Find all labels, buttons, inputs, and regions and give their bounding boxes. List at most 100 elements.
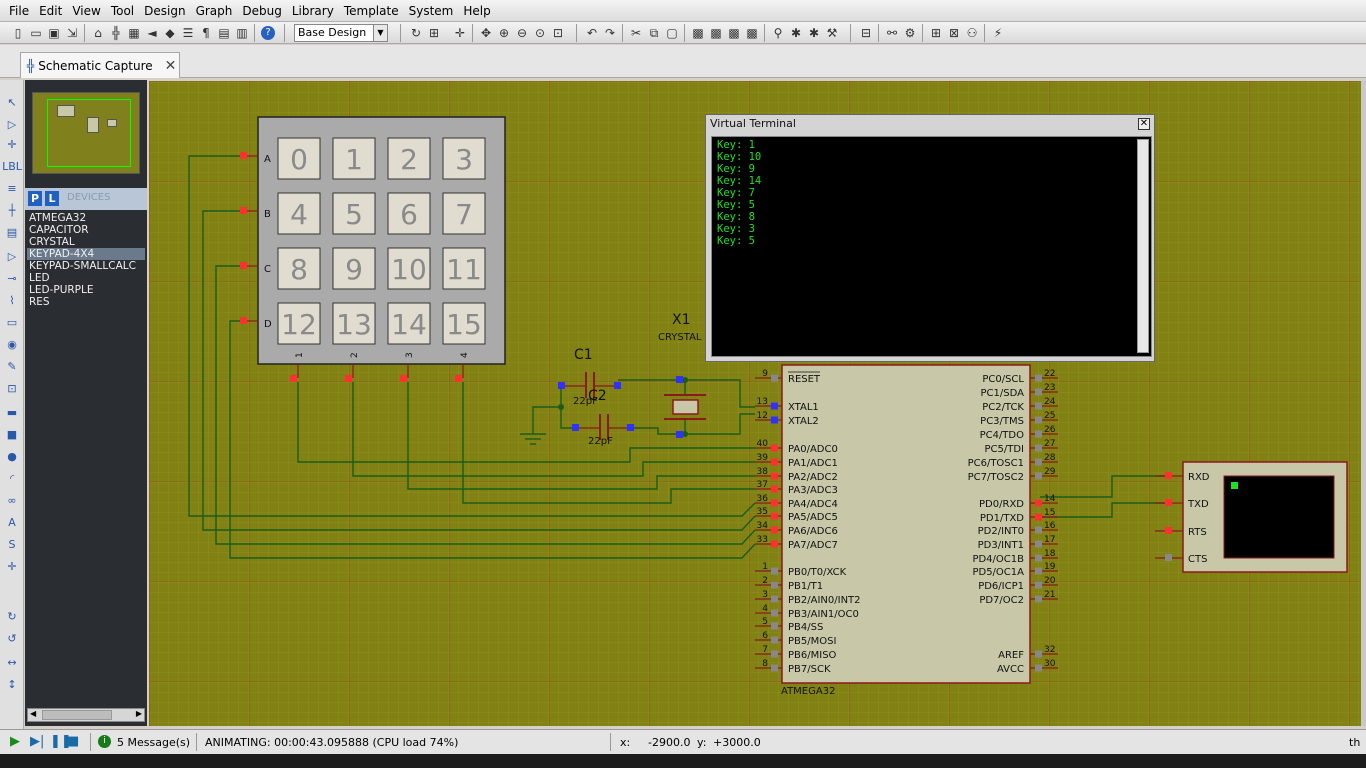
copy-icon[interactable]: ⧉ xyxy=(646,25,662,41)
keypad-key[interactable]: 6 xyxy=(387,192,431,235)
atmega32-chip[interactable]: 9 RESET13 XTAL112 XTAL240 PA0/ADC039 PA1/ADC1… xyxy=(755,364,1058,697)
block-delete-icon[interactable]: ▩ xyxy=(744,25,760,41)
device-list-scrollbar[interactable]: ◀ ▶ xyxy=(27,708,145,722)
virtual-terminal-window[interactable]: Virtual Terminal ✕ Key: 1 Key: 10 Key: 9 Ke… xyxy=(705,114,1155,362)
keypad-key[interactable]: 5 xyxy=(332,192,376,235)
rotate-clockwise-icon[interactable]: ↻ xyxy=(4,608,20,624)
terminal-screen[interactable]: Key: 1 Key: 10 Key: 9 Key: 14 Key: 7 Key: 5 Ke… xyxy=(711,136,1152,357)
scroll-left-icon[interactable]: ◀ xyxy=(30,709,36,718)
step-icon[interactable]: ▶| xyxy=(30,734,44,749)
search-icon[interactable]: ⚯ xyxy=(884,25,900,41)
new-sheet-icon[interactable]: ⊞ xyxy=(928,25,944,41)
text-2d-icon[interactable]: A xyxy=(4,514,20,530)
grid-icon[interactable]: ⊞ xyxy=(426,25,442,41)
menu-edit[interactable]: Edit xyxy=(34,0,67,22)
generator-icon[interactable]: ◉ xyxy=(4,336,20,352)
device-list-item[interactable]: RES xyxy=(27,296,145,308)
property-tool-icon[interactable]: ⚙ xyxy=(902,25,918,41)
menu-file[interactable]: File xyxy=(4,0,34,22)
menu-debug[interactable]: Debug xyxy=(237,0,286,22)
buses-icon[interactable]: ┼ xyxy=(4,202,20,218)
3d-viewer-icon[interactable]: ◆ xyxy=(162,25,178,41)
device-list-item[interactable]: KEYPAD-SMALLCALC xyxy=(27,260,145,272)
paste-icon[interactable]: ▢ xyxy=(664,25,680,41)
menu-view[interactable]: View xyxy=(67,0,105,22)
redo-icon[interactable]: ↷ xyxy=(602,25,618,41)
terminals-icon[interactable]: ▷ xyxy=(4,248,20,264)
menu-graph[interactable]: Graph xyxy=(191,0,238,22)
keypad-key[interactable]: 3 xyxy=(442,137,486,180)
block-rotate-icon[interactable]: ▩ xyxy=(726,25,742,41)
device-list-item[interactable]: LED xyxy=(27,272,145,284)
selection-mode-icon[interactable]: ↖ xyxy=(4,94,20,110)
help-icon[interactable]: ? xyxy=(260,25,276,41)
import-icon[interactable]: ⇲ xyxy=(64,25,80,41)
close-icon[interactable]: ✕ xyxy=(1138,118,1150,130)
subcircuit-icon[interactable]: ▤ xyxy=(4,224,20,240)
notes-icon[interactable]: ▥ xyxy=(234,25,250,41)
pick-device-button[interactable]: P xyxy=(28,191,42,206)
zoom-in-icon[interactable]: ⊕ xyxy=(496,25,512,41)
device-list-item[interactable]: KEYPAD-4X4 xyxy=(27,248,145,260)
netlist-icon[interactable]: ⚇ xyxy=(964,25,980,41)
messages-count[interactable]: 5 Message(s) xyxy=(117,736,190,749)
keypad-key[interactable]: 12 xyxy=(277,302,321,345)
keypad-key[interactable]: 7 xyxy=(442,192,486,235)
pick-device-icon[interactable]: ⚲ xyxy=(770,25,786,41)
block-copy-icon[interactable]: ▩ xyxy=(690,25,706,41)
schematic-icon[interactable]: ╬ xyxy=(108,25,124,41)
menu-system[interactable]: System xyxy=(404,0,459,22)
device-list-item[interactable]: ATMEGA32 xyxy=(27,212,145,224)
circle-2d-icon[interactable]: ● xyxy=(4,448,20,464)
pcb-layout-icon[interactable]: ▦ xyxy=(126,25,142,41)
path-2d-icon[interactable]: ∞ xyxy=(4,492,20,508)
info-icon[interactable]: i xyxy=(98,735,111,748)
marker-2d-icon[interactable]: ✛ xyxy=(4,558,20,574)
rotate-anticlockwise-icon[interactable]: ↺ xyxy=(4,630,20,646)
design-select[interactable]: Base Design ▼ xyxy=(294,24,388,42)
symbol-2d-icon[interactable]: S xyxy=(4,536,20,552)
electrical-rules-icon[interactable]: ⚡ xyxy=(990,25,1006,41)
origin-icon[interactable]: ✛ xyxy=(452,25,468,41)
keypad-key[interactable]: 4 xyxy=(277,192,321,235)
arc-2d-icon[interactable]: ◜ xyxy=(4,470,20,486)
keypad-key[interactable]: 14 xyxy=(387,302,431,345)
stop-icon[interactable]: ■ xyxy=(67,734,79,749)
tape-recorder-icon[interactable]: ▭ xyxy=(4,314,20,330)
source-code-icon[interactable]: ¶ xyxy=(198,25,214,41)
device-list-item[interactable]: CAPACITOR xyxy=(27,224,145,236)
component-mode-icon[interactable]: ▷ xyxy=(4,116,20,132)
wire-autorouter-icon[interactable]: ⊟ xyxy=(858,25,874,41)
zoom-area-icon[interactable]: ⊡ xyxy=(550,25,566,41)
keypad-4x4[interactable]: 0 1 2 34 5 6 78 9 10 1112 13 14 15 ABCD 1234 xyxy=(240,116,506,382)
keypad-key[interactable]: 0 xyxy=(277,137,321,180)
keypad-key[interactable]: 11 xyxy=(442,247,486,290)
block-move-icon[interactable]: ▩ xyxy=(708,25,724,41)
zoom-all-icon[interactable]: ⊙ xyxy=(532,25,548,41)
text-script-icon[interactable]: ≡ xyxy=(4,180,20,196)
new-file-icon[interactable]: ▯ xyxy=(10,25,26,41)
mirror-x-icon[interactable]: ↔ xyxy=(4,654,20,670)
keypad-key[interactable]: 2 xyxy=(387,137,431,180)
play-icon[interactable]: ▶ xyxy=(10,734,20,749)
device-list-item[interactable]: LED-PURPLE xyxy=(27,284,145,296)
probe-icon[interactable]: ✎ xyxy=(4,358,20,374)
tab-schematic-capture[interactable]: ╬ Schematic Capture ✕ xyxy=(20,52,180,78)
menu-help[interactable]: Help xyxy=(458,0,495,22)
save-icon[interactable]: ▣ xyxy=(46,25,62,41)
keypad-key[interactable]: 15 xyxy=(442,302,486,345)
keypad-key[interactable]: 10 xyxy=(387,247,431,290)
remove-sheet-icon[interactable]: ⊠ xyxy=(946,25,962,41)
keypad-key[interactable]: 8 xyxy=(277,247,321,290)
menu-library[interactable]: Library xyxy=(287,0,339,22)
home-icon[interactable]: ⌂ xyxy=(90,25,106,41)
keypad-key[interactable]: 9 xyxy=(332,247,376,290)
device-pins-icon[interactable]: ⊸ xyxy=(4,270,20,286)
mirror-y-icon[interactable]: ↕ xyxy=(4,676,20,692)
overview-window[interactable] xyxy=(32,92,140,174)
gerber-icon[interactable]: ◄ xyxy=(144,25,160,41)
zoom-out-icon[interactable]: ⊖ xyxy=(514,25,530,41)
close-icon[interactable]: ✕ xyxy=(165,58,177,74)
design-explorer-icon[interactable]: ▤ xyxy=(216,25,232,41)
box-2d-icon[interactable]: ■ xyxy=(4,426,20,442)
